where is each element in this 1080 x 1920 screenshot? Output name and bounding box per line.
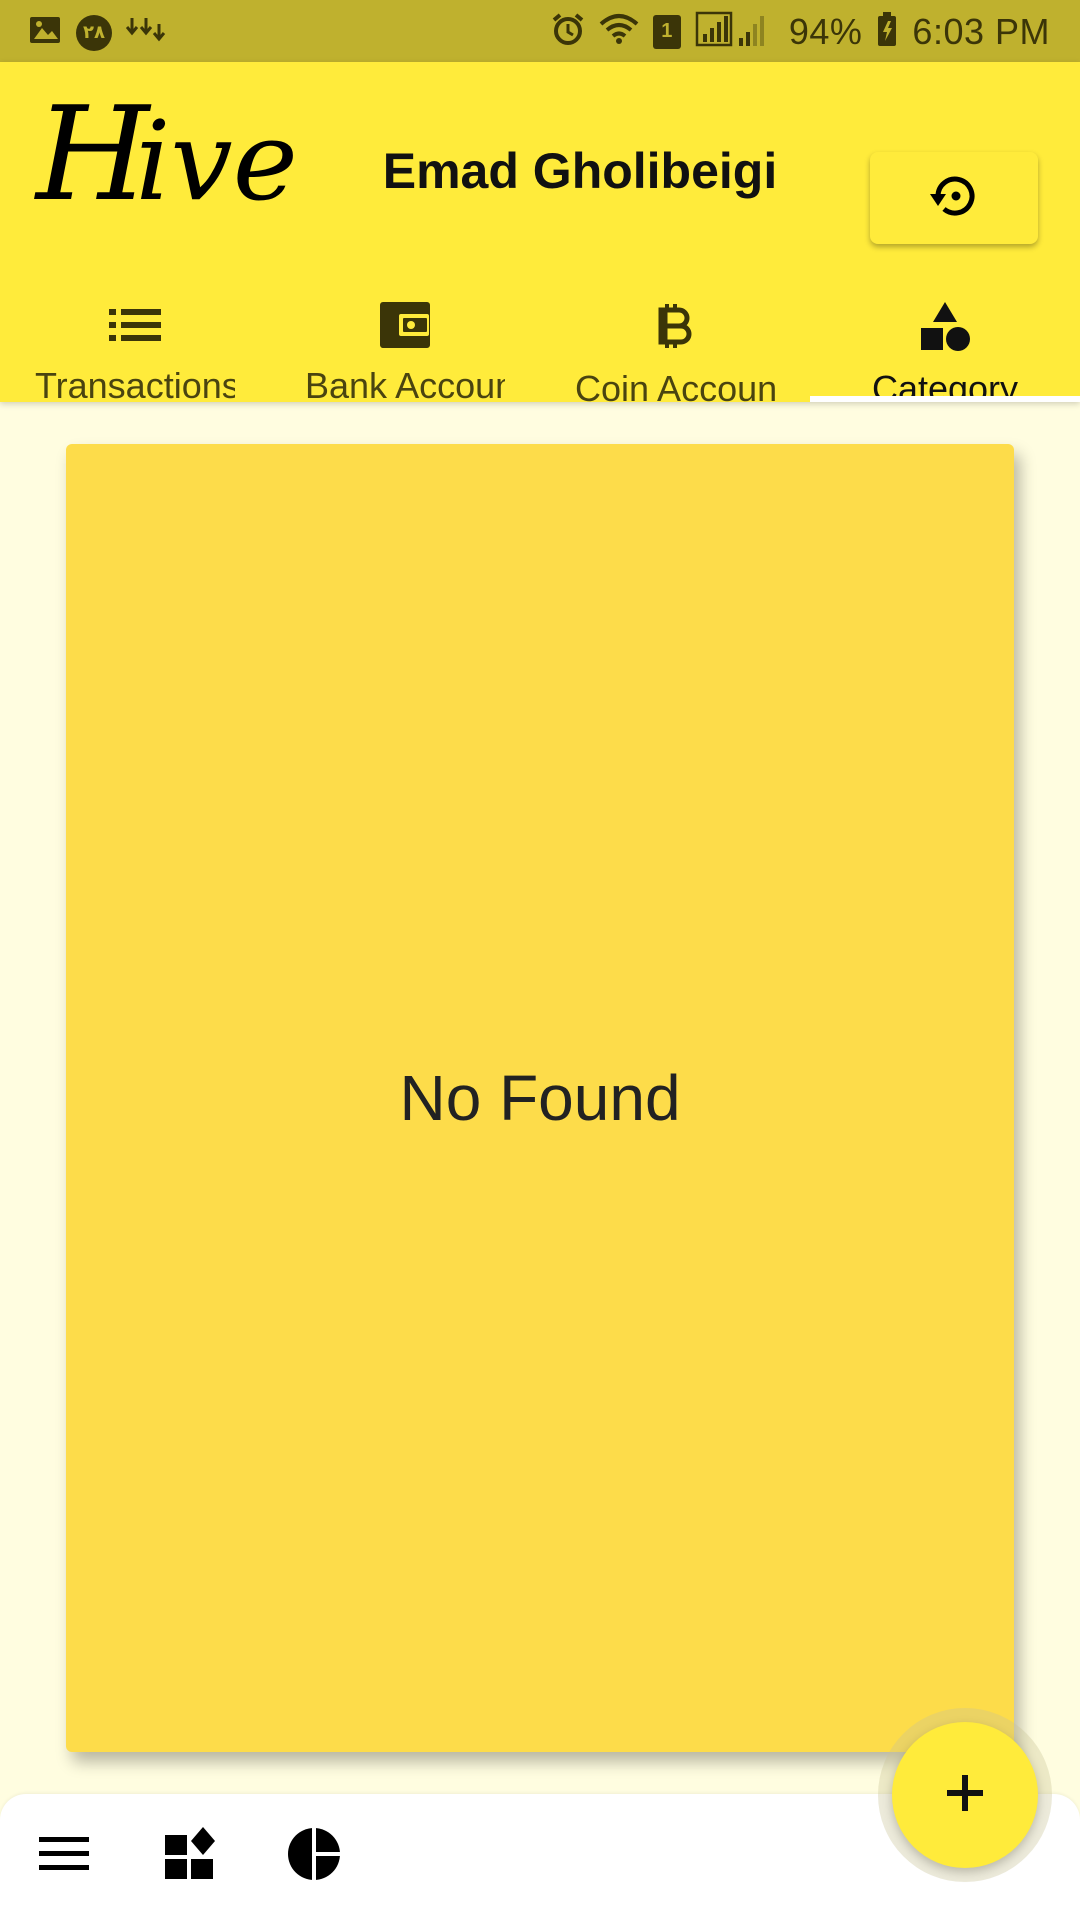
list-icon: [109, 300, 161, 349]
restore-icon: [924, 166, 984, 231]
widgets-button[interactable]: [158, 1824, 222, 1888]
tab-label: Bank Accounts: [305, 365, 505, 402]
app-header: Hive Emad Gholibeigi Transactions Bank A…: [0, 62, 1080, 402]
date-badge: ۲۸: [76, 14, 112, 51]
battery-icon: [876, 11, 898, 52]
alarm-icon: [551, 12, 585, 51]
logo-letter: H: [36, 78, 149, 230]
empty-state-card: No Found: [66, 444, 1014, 1752]
tab-bank-accounts[interactable]: Bank Accounts: [270, 270, 540, 402]
tab-category[interactable]: Category: [810, 270, 1080, 402]
status-bar: ۲۸ 1 94% 6:03 PM: [0, 0, 1080, 62]
tab-label: Transactions: [35, 365, 235, 402]
wifi-icon: [599, 12, 639, 51]
gallery-icon: [28, 14, 62, 51]
user-name: Emad Gholibeigi: [382, 143, 778, 199]
tab-transactions[interactable]: Transactions: [0, 270, 270, 402]
empty-message: No Found: [399, 1062, 681, 1134]
download-icon: [125, 14, 166, 51]
sim-label: 1: [661, 20, 673, 42]
menu-button[interactable]: [32, 1824, 96, 1888]
refresh-button[interactable]: [870, 152, 1038, 244]
tab-label: Coin Accounts: [575, 368, 775, 402]
tab-bar: Transactions Bank Accounts: [0, 270, 1080, 402]
menu-icon: [39, 1835, 89, 1878]
signal-icon: [695, 10, 775, 53]
wallet-icon: [379, 300, 431, 349]
charts-button[interactable]: [282, 1824, 346, 1888]
clock: 6:03 PM: [912, 10, 1050, 52]
sim-icon: 1: [652, 14, 681, 49]
hive-logo: Hive: [36, 78, 298, 230]
tab-coin-accounts[interactable]: Coin Accounts: [540, 270, 810, 402]
bitcoin-icon: [655, 300, 695, 352]
logo-rest: ive: [135, 97, 298, 225]
active-tab-indicator: [810, 396, 1080, 402]
widgets-icon: [163, 1826, 217, 1886]
battery-percent: 94%: [788, 10, 863, 52]
plus-icon: [945, 1773, 985, 1818]
shapes-icon: [919, 300, 971, 352]
pie-chart-icon: [286, 1825, 342, 1887]
add-button[interactable]: [892, 1722, 1038, 1868]
